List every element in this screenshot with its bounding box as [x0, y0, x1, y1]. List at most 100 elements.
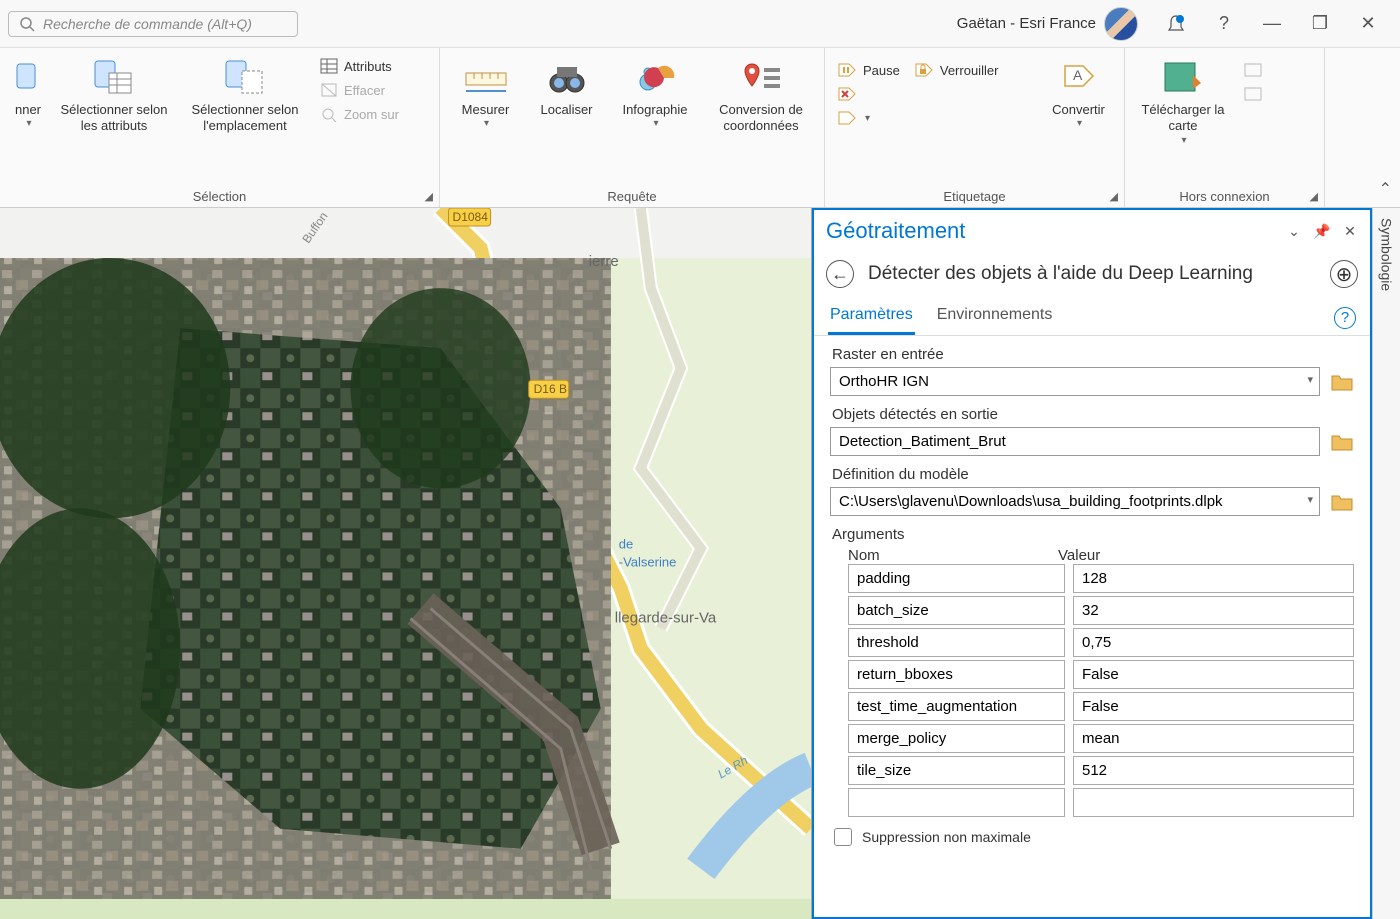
remove-labels-button[interactable] — [833, 84, 904, 104]
label: Attributs — [344, 59, 392, 74]
argument-name-field[interactable] — [848, 660, 1065, 689]
ribbon-collapse-button[interactable]: ⌃ — [1379, 179, 1392, 199]
zoom-icon — [320, 106, 338, 122]
label: Convertir — [1052, 102, 1105, 118]
select-attributes-icon — [93, 59, 135, 97]
notifications-button[interactable] — [1156, 4, 1196, 44]
folder-icon[interactable] — [1330, 432, 1354, 452]
locate-button[interactable]: Localiser — [529, 54, 604, 122]
ribbon: nner ▾ Sélectionner selon les attributs … — [0, 48, 1400, 208]
group-label: Sélection — [8, 186, 431, 207]
pane-pin-button[interactable]: 📌 — [1312, 221, 1332, 241]
remove-icon — [1243, 86, 1263, 102]
arguments-label: Arguments — [830, 526, 1354, 543]
ribbon-group-selection: nner ▾ Sélectionner selon les attributs … — [0, 48, 440, 207]
ruler-icon — [462, 63, 510, 93]
argument-name-field[interactable] — [848, 564, 1065, 593]
chevron-down-icon: ▾ — [484, 118, 489, 131]
argument-row — [830, 628, 1354, 657]
argument-value-field[interactable] — [1073, 692, 1354, 721]
folder-icon[interactable] — [1330, 372, 1354, 392]
add-favorites-button[interactable]: ⊕ — [1330, 260, 1358, 288]
tag-lock-icon — [914, 62, 934, 78]
measure-button[interactable]: Mesurer▾ — [448, 54, 523, 135]
chevron-down-icon: ▾ — [653, 118, 658, 131]
nms-checkbox[interactable] — [834, 828, 852, 846]
bell-icon — [1165, 13, 1187, 35]
argument-name-field[interactable] — [848, 756, 1065, 785]
label: nner — [15, 102, 41, 118]
argument-value-field[interactable] — [1073, 724, 1354, 753]
pause-labels-button[interactable]: Pause — [833, 60, 904, 80]
select-by-location-button[interactable]: Sélectionner selon l'emplacement — [180, 54, 310, 139]
back-button[interactable]: ← — [826, 260, 854, 288]
select-button-partial[interactable]: nner ▾ — [8, 54, 48, 135]
minimize-button[interactable]: — — [1252, 4, 1292, 44]
symbology-dock-tab[interactable]: Symbologie — [1372, 208, 1400, 919]
tag-x-icon — [837, 86, 857, 102]
pin-convert-icon — [740, 60, 782, 96]
pane-close-button[interactable]: ✕ — [1340, 221, 1360, 241]
group-label: Etiquetage — [833, 186, 1116, 207]
coordinate-conversion-button[interactable]: Conversion de coordonnées — [706, 54, 816, 139]
pane-options-button[interactable]: ⌄ — [1284, 221, 1304, 241]
sync-button — [1239, 60, 1267, 80]
title-bar: Recherche de commande (Alt+Q) Gaëtan - E… — [0, 0, 1400, 48]
download-map-button[interactable]: Télécharger la carte▾ — [1133, 54, 1233, 151]
table-icon — [320, 58, 338, 74]
more-labels-button[interactable]: ▾ — [833, 108, 904, 128]
argument-value-field[interactable] — [1073, 596, 1354, 625]
argument-name-field[interactable] — [848, 596, 1065, 625]
group-launcher-icon[interactable]: ◢ — [425, 190, 433, 203]
tag-pause-icon — [837, 62, 857, 78]
tab-environments[interactable]: Environnements — [935, 300, 1055, 335]
restore-button[interactable]: ❐ — [1300, 4, 1340, 44]
tab-parameters[interactable]: Paramètres — [828, 300, 915, 335]
ribbon-group-labeling: Pause ▾ Verrouiller A Convertir▾ Etiquet… — [825, 48, 1125, 207]
argument-value-field[interactable] — [1073, 628, 1354, 657]
attributes-button[interactable]: Attributs — [316, 56, 403, 76]
tag-more-icon — [837, 110, 857, 126]
infographics-button[interactable]: Infographie▾ — [610, 54, 700, 135]
input-raster-label: Raster en entrée — [830, 346, 1354, 363]
model-definition-dropdown[interactable]: ▾ — [1301, 487, 1320, 516]
label: Sélectionner selon les attributs — [56, 102, 172, 135]
user-avatar[interactable] — [1104, 7, 1138, 41]
argument-value-field[interactable] — [1073, 756, 1354, 785]
output-objects-field[interactable] — [830, 427, 1320, 456]
lock-labels-button[interactable]: Verrouiller — [910, 60, 1003, 80]
argument-row — [830, 564, 1354, 593]
command-search[interactable]: Recherche de commande (Alt+Q) — [8, 11, 298, 37]
select-by-attributes-button[interactable]: Sélectionner selon les attributs — [54, 54, 174, 139]
ribbon-group-query: Mesurer▾ Localiser Infographie▾ Conversi… — [440, 48, 825, 207]
argument-value-field[interactable] — [1073, 564, 1354, 593]
convert-labels-button[interactable]: A Convertir▾ — [1041, 54, 1116, 135]
input-raster-dropdown[interactable]: ▾ — [1301, 367, 1320, 396]
map-view[interactable]: ▾ — [0, 208, 812, 919]
label: Effacer — [344, 83, 385, 98]
folder-icon[interactable] — [1330, 492, 1354, 512]
clear-button[interactable]: Effacer — [316, 80, 403, 100]
argument-row — [830, 724, 1354, 753]
help-button[interactable]: ? — [1204, 4, 1244, 44]
argument-row — [830, 756, 1354, 785]
zoom-to-button[interactable]: Zoom sur — [316, 104, 403, 124]
input-raster-field[interactable] — [830, 367, 1301, 396]
search-icon — [19, 16, 35, 32]
infographic-icon — [634, 60, 676, 96]
group-launcher-icon[interactable]: ◢ — [1110, 190, 1118, 203]
tag-convert-icon: A — [1059, 60, 1099, 96]
tool-help-button[interactable]: ? — [1334, 307, 1356, 329]
close-button[interactable]: ✕ — [1348, 4, 1388, 44]
argument-name-field[interactable] — [848, 628, 1065, 657]
argument-name-field[interactable] — [848, 692, 1065, 721]
model-definition-field[interactable] — [830, 487, 1301, 516]
label: Infographie — [622, 102, 687, 118]
argument-name-field[interactable] — [848, 788, 1065, 817]
argument-row — [830, 788, 1354, 817]
group-launcher-icon[interactable]: ◢ — [1310, 190, 1318, 203]
argument-name-field[interactable] — [848, 724, 1065, 753]
ribbon-group-offline: Télécharger la carte▾ Hors connexion ◢ — [1125, 48, 1325, 207]
argument-value-field[interactable] — [1073, 788, 1354, 817]
argument-value-field[interactable] — [1073, 660, 1354, 689]
